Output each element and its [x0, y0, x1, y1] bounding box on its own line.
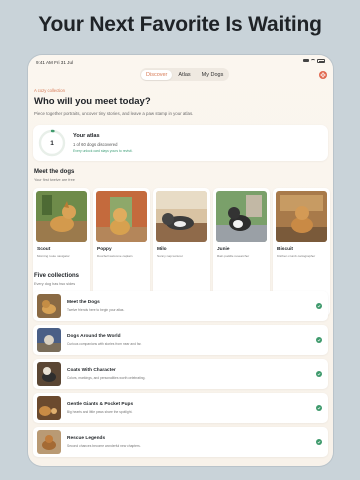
collection-row[interactable]: Gentle Giants & Pocket Pups Big hearts a…	[33, 393, 328, 423]
dog-desc: Kitchen crumb cartographer	[277, 254, 316, 258]
dog-portrait	[216, 191, 267, 242]
collection-thumbnail	[37, 362, 61, 386]
tab-my-dogs[interactable]: My Dogs	[197, 70, 229, 80]
dog-name: Milo	[157, 247, 167, 252]
status-bar: 9:41 AM Fri 31 Jul	[28, 55, 333, 69]
collections-title: Five collections	[34, 273, 80, 279]
dog-desc: Morning route navigator	[37, 254, 70, 258]
page-title: Who will you meet today?	[34, 96, 151, 107]
dog-desc: Rain puddle researcher	[217, 254, 250, 258]
tab-discover[interactable]: Discover	[141, 69, 173, 80]
settings-button[interactable]	[319, 71, 327, 79]
collection-desc: Second chances become wonderful new chap…	[67, 444, 141, 448]
status-time: 9:41 AM Fri 31 Jul	[36, 60, 74, 65]
collection-thumbnail	[37, 328, 61, 352]
atlas-card[interactable]: 1 Your atlas 1 of 60 dogs discovered Eve…	[33, 125, 328, 161]
battery-icon	[317, 59, 325, 63]
gear-icon	[320, 72, 326, 78]
dog-portrait	[96, 191, 147, 242]
status-icons	[303, 59, 325, 63]
check-icon	[316, 337, 322, 343]
atlas-title: Your atlas	[73, 133, 100, 139]
check-icon	[316, 439, 322, 445]
tablet-screen: 9:41 AM Fri 31 Jul Discover Atlas My Dog…	[28, 55, 333, 466]
signal-icon	[303, 59, 309, 63]
promo-headline: Your Next Favorite Is Waiting	[38, 13, 322, 36]
dog-desc: Doorbell welcome captain	[97, 254, 133, 258]
collection-thumbnail	[37, 396, 61, 420]
collection-name: Gentle Giants & Pocket Pups	[67, 402, 134, 407]
check-icon	[316, 303, 322, 309]
collection-thumbnail	[37, 430, 61, 454]
wifi-icon	[311, 59, 315, 62]
check-icon	[316, 371, 322, 377]
dog-portrait	[36, 191, 87, 242]
check-icon	[316, 405, 322, 411]
dog-name: Junie	[217, 247, 230, 252]
dog-desc: Sunny nap lecturer	[157, 254, 183, 258]
dog-portrait	[276, 191, 327, 242]
collection-name: Meet the Dogs	[67, 300, 100, 305]
collection-desc: Big hearts and little paws share the spo…	[67, 410, 133, 414]
collection-desc: Twelve friends here to begin your atlas.	[67, 308, 125, 312]
collection-desc: Colors, markings, and personalities wort…	[67, 376, 146, 380]
collection-row[interactable]: Coats With Character Colors, markings, a…	[33, 359, 328, 389]
dog-name: Biscuit	[277, 247, 293, 252]
intro-kicker: A cozy collection	[34, 88, 65, 93]
collection-name: Dogs Around the World	[67, 334, 121, 339]
dog-name: Poppy	[97, 247, 112, 252]
collection-thumbnail	[37, 294, 61, 318]
atlas-hint: Every unlock card stays yours to revisit…	[73, 149, 133, 153]
collection-name: Rescue Legends	[67, 436, 106, 441]
collection-desc: Curious companions with stories from nea…	[67, 342, 142, 346]
atlas-progress-text: 1 of 60 dogs discovered	[73, 142, 118, 147]
intro-subtitle: Piece together portraits, uncover tiny s…	[34, 111, 194, 116]
tab-atlas[interactable]: Atlas	[173, 70, 195, 80]
dog-name: Scout	[37, 247, 51, 252]
collection-row[interactable]: Dogs Around the World Curious companions…	[33, 325, 328, 355]
collection-name: Coats With Character	[67, 368, 116, 373]
top-tabs: Discover Atlas My Dogs	[140, 68, 230, 81]
atlas-count: 1	[50, 139, 54, 147]
dog-portrait	[156, 191, 207, 242]
collection-row[interactable]: Rescue Legends Second chances become won…	[33, 427, 328, 457]
collection-row[interactable]: Meet the Dogs Twelve friends here to beg…	[33, 291, 328, 321]
collections-subtitle: Every dog has two sides	[34, 282, 76, 286]
meet-dogs-subtitle: Your first twelve are free	[34, 178, 75, 182]
meet-dogs-title: Meet the dogs	[34, 169, 75, 175]
